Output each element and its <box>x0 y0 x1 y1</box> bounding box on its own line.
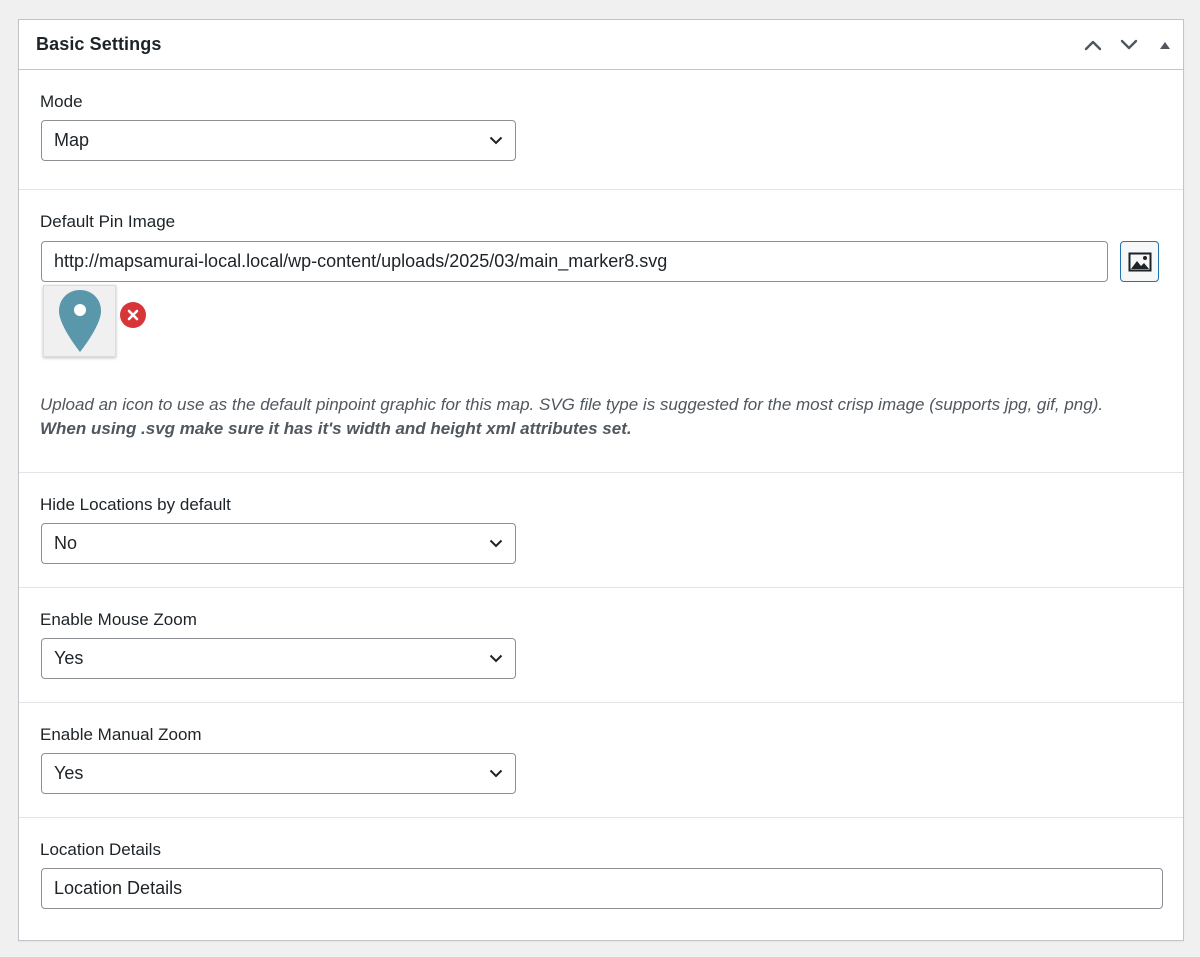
triangle-up-icon <box>1160 41 1170 49</box>
hide-locations-select-value: No <box>54 533 78 553</box>
pin-image-description: Upload an icon to use as the default pin… <box>40 393 1165 441</box>
move-up-button[interactable] <box>1075 20 1111 69</box>
chevron-down-icon <box>489 539 503 547</box>
manual-zoom-select[interactable]: Yes <box>41 753 516 794</box>
location-details-label: Location Details <box>40 840 161 859</box>
basic-settings-panel: Basic Settings Mode Map Default Pin Imag… <box>18 19 1184 941</box>
hide-locations-field: Hide Locations by default No <box>19 473 1183 588</box>
location-details-field: Location Details Location Details <box>19 818 1183 940</box>
remove-image-button[interactable] <box>120 302 146 328</box>
chevron-up-icon <box>1084 40 1102 50</box>
toggle-panel-button[interactable] <box>1147 20 1183 69</box>
location-details-input[interactable]: Location Details <box>41 868 1163 909</box>
panel-header: Basic Settings <box>19 20 1183 70</box>
panel-handle-actions <box>1075 20 1183 69</box>
select-image-button[interactable] <box>1120 241 1159 282</box>
mouse-zoom-label: Enable Mouse Zoom <box>40 610 197 629</box>
chevron-down-icon <box>489 136 503 144</box>
pin-image-help-text: Upload an icon to use as the default pin… <box>40 395 1104 414</box>
mode-field: Mode Map <box>19 70 1183 190</box>
manual-zoom-field: Enable Manual Zoom Yes <box>19 703 1183 818</box>
chevron-down-icon <box>489 769 503 777</box>
mode-label: Mode <box>40 92 83 111</box>
mouse-zoom-field: Enable Mouse Zoom Yes <box>19 588 1183 703</box>
chevron-down-icon <box>1120 39 1138 49</box>
default-pin-image-url-input[interactable]: http://mapsamurai-local.local/wp-content… <box>41 241 1108 282</box>
chevron-down-icon <box>489 654 503 662</box>
pin-image-svg-note: When using .svg make sure it has it's wi… <box>40 419 632 438</box>
map-pin-icon <box>58 290 101 352</box>
default-pin-image-field: Default Pin Image http://mapsamurai-loca… <box>19 190 1183 473</box>
move-down-button[interactable] <box>1111 20 1147 69</box>
image-icon <box>1128 252 1151 271</box>
manual-zoom-select-value: Yes <box>54 763 84 783</box>
close-icon <box>127 309 139 321</box>
mouse-zoom-select[interactable]: Yes <box>41 638 516 679</box>
mouse-zoom-select-value: Yes <box>54 648 84 668</box>
default-pin-image-label: Default Pin Image <box>40 212 176 231</box>
mode-select[interactable]: Map <box>41 120 516 161</box>
hide-locations-label: Hide Locations by default <box>40 495 231 514</box>
panel-title: Basic Settings <box>36 34 162 54</box>
mode-select-value: Map <box>54 130 90 150</box>
hide-locations-select[interactable]: No <box>41 523 516 564</box>
manual-zoom-label: Enable Manual Zoom <box>40 725 202 744</box>
pin-image-preview <box>43 285 116 357</box>
